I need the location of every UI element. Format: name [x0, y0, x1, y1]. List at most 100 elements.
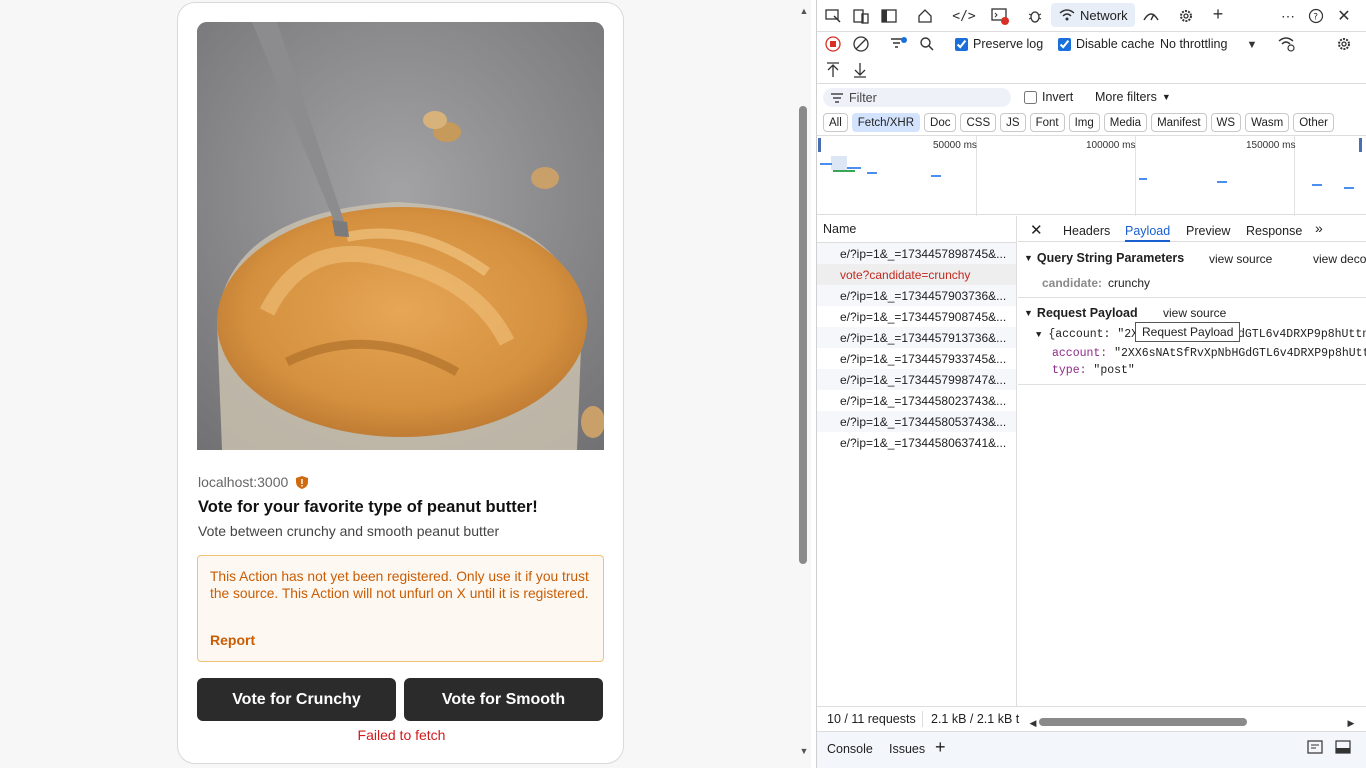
type-key: type: [1052, 364, 1087, 377]
payload-summary-end: dGTL6v4DRXP9p8hUttn [1238, 328, 1366, 341]
dock-drawer-icon[interactable] [1335, 740, 1351, 757]
throttling-select[interactable]: No throttling [1160, 37, 1227, 51]
query-view-source-link[interactable]: view source [1209, 252, 1272, 266]
account-value: "2XX6sNAtSfRvXpNbHGdGTL6v4DRXP9p8hUttn [1114, 347, 1366, 360]
vote-smooth-button[interactable]: Vote for Smooth [404, 678, 603, 721]
page-scroll-thumb[interactable] [799, 106, 807, 564]
tab-network[interactable]: Network [1051, 3, 1135, 27]
console-tab-icon[interactable] [990, 6, 1010, 26]
preserve-log-input[interactable] [955, 37, 968, 51]
invert-checkbox[interactable]: Invert [1024, 90, 1073, 104]
throttling-dropdown-icon[interactable]: ▼ [1242, 35, 1262, 55]
chip-css[interactable]: CSS [960, 113, 997, 132]
more-options-icon[interactable]: ⋯ [1278, 6, 1298, 26]
invert-label: Invert [1042, 90, 1074, 104]
tab-payload[interactable]: Payload [1125, 224, 1171, 242]
scroll-up-icon[interactable]: ▲ [799, 6, 809, 16]
chip-manifest[interactable]: Manifest [1151, 113, 1207, 132]
chip-js[interactable]: JS [1000, 113, 1026, 132]
add-drawer-tab-icon[interactable]: + [935, 737, 946, 758]
tab-response[interactable]: Response [1246, 224, 1302, 238]
network-overview-timeline[interactable]: 50000 ms 100000 ms 150000 ms [817, 135, 1366, 216]
chip-img[interactable]: Img [1068, 113, 1100, 132]
move-drawer-icon[interactable] [1307, 740, 1323, 757]
tab-preview[interactable]: Preview [1186, 224, 1230, 238]
chip-doc[interactable]: Doc [924, 113, 957, 132]
filter-input[interactable]: Filter [823, 88, 1011, 107]
more-filters-dropdown[interactable]: More filters ▼ [1095, 90, 1171, 104]
name-column-header[interactable]: Name [817, 216, 1016, 243]
close-devtools-icon[interactable]: ✕ [1334, 6, 1354, 26]
peanut-butter-image [197, 22, 604, 450]
request-row[interactable]: e/?ip=1&_=1734457898745&... [817, 243, 1016, 264]
invert-input[interactable] [1024, 90, 1037, 104]
scroll-right-icon[interactable]: ▶ [1341, 713, 1361, 733]
device-toolbar-icon[interactable] [851, 6, 871, 26]
welcome-home-icon[interactable] [915, 6, 935, 26]
more-tabs-chevron-icon[interactable]: » [1315, 220, 1323, 236]
sources-bug-icon[interactable] [1025, 6, 1045, 26]
chip-other[interactable]: Other [1293, 113, 1334, 132]
request-row[interactable]: e/?ip=1&_=1734457903736&... [817, 285, 1016, 306]
report-link[interactable]: Report [210, 632, 255, 649]
drawer-tab-issues[interactable]: Issues [889, 742, 925, 756]
chip-font[interactable]: Font [1029, 113, 1065, 132]
dock-side-icon[interactable] [879, 6, 899, 26]
record-stop-icon[interactable] [823, 34, 843, 54]
request-row[interactable]: e/?ip=1&_=1734458023743&... [817, 390, 1016, 411]
chip-media[interactable]: Media [1103, 113, 1148, 132]
svg-text:?: ? [1313, 13, 1318, 23]
clear-log-icon[interactable] [851, 34, 871, 54]
add-tool-icon[interactable]: + [1208, 4, 1228, 24]
type-value: "post" [1093, 364, 1135, 377]
overview-bar [931, 175, 941, 177]
request-rows: e/?ip=1&_=1734457898745&... vote?candida… [817, 243, 1016, 453]
overview-handle-right[interactable] [1359, 138, 1362, 152]
detail-horizontal-scrollbar[interactable] [1039, 718, 1247, 726]
chip-fetch-xhr[interactable]: Fetch/XHR [851, 113, 921, 132]
request-row[interactable]: e/?ip=1&_=1734457998747&... [817, 369, 1016, 390]
overview-handle-left[interactable] [818, 138, 821, 152]
help-icon[interactable]: ? [1306, 6, 1326, 26]
tab-headers[interactable]: Headers [1063, 224, 1110, 238]
preserve-log-checkbox[interactable]: Preserve log [955, 37, 1043, 51]
elements-tab-icon[interactable]: </> [952, 6, 975, 26]
request-row[interactable]: e/?ip=1&_=1734457908745&... [817, 306, 1016, 327]
request-row[interactable]: e/?ip=1&_=1734458063741&... [817, 432, 1016, 453]
disable-cache-input[interactable] [1058, 37, 1071, 51]
unregistered-warning: This Action has not yet been registered.… [197, 555, 604, 662]
vote-crunchy-button[interactable]: Vote for Crunchy [197, 678, 396, 721]
query-params-section[interactable]: ▼ Query String Parameters [1024, 251, 1184, 265]
drawer-tab-console[interactable]: Console [827, 742, 873, 756]
settings-gear-icon[interactable] [1176, 6, 1196, 26]
chip-all[interactable]: All [823, 113, 848, 132]
request-row[interactable]: e/?ip=1&_=1734458053743&... [817, 411, 1016, 432]
error-message: Failed to fetch [357, 727, 446, 743]
view-decoded-link[interactable]: view deco [1313, 252, 1366, 266]
export-har-icon[interactable] [850, 60, 870, 80]
import-har-icon[interactable] [823, 60, 843, 80]
close-detail-icon[interactable]: ✕ [1030, 221, 1043, 239]
request-row[interactable]: e/?ip=1&_=1734457933745&... [817, 348, 1016, 369]
shield-warning-icon[interactable] [296, 475, 309, 489]
chip-ws[interactable]: WS [1210, 113, 1242, 132]
section-divider [1018, 297, 1366, 298]
overview-bar [867, 172, 877, 174]
overview-bar [1344, 187, 1354, 189]
chip-wasm[interactable]: Wasm [1245, 113, 1290, 132]
payload-summary[interactable]: ▼ {account: "2X [1036, 328, 1138, 341]
request-row[interactable]: e/?ip=1&_=1734457913736&... [817, 327, 1016, 348]
throttling-value: No throttling [1160, 37, 1228, 51]
filter-toggle-icon[interactable] [889, 34, 909, 54]
network-settings-gear-icon[interactable] [1334, 34, 1354, 54]
scroll-down-icon[interactable]: ▼ [799, 746, 809, 756]
inspect-element-icon[interactable] [823, 6, 843, 26]
search-icon[interactable] [917, 34, 937, 54]
resource-type-filters: All Fetch/XHR Doc CSS JS Font Img Media … [823, 113, 1334, 132]
network-conditions-icon[interactable] [1277, 34, 1297, 54]
disable-cache-checkbox[interactable]: Disable cache [1058, 37, 1155, 51]
request-row-selected[interactable]: vote?candidate=crunchy [817, 264, 1016, 285]
payload-view-source-link[interactable]: view source [1163, 306, 1226, 320]
performance-icon[interactable] [1141, 6, 1161, 26]
request-payload-section[interactable]: ▼ Request Payload [1024, 306, 1138, 320]
